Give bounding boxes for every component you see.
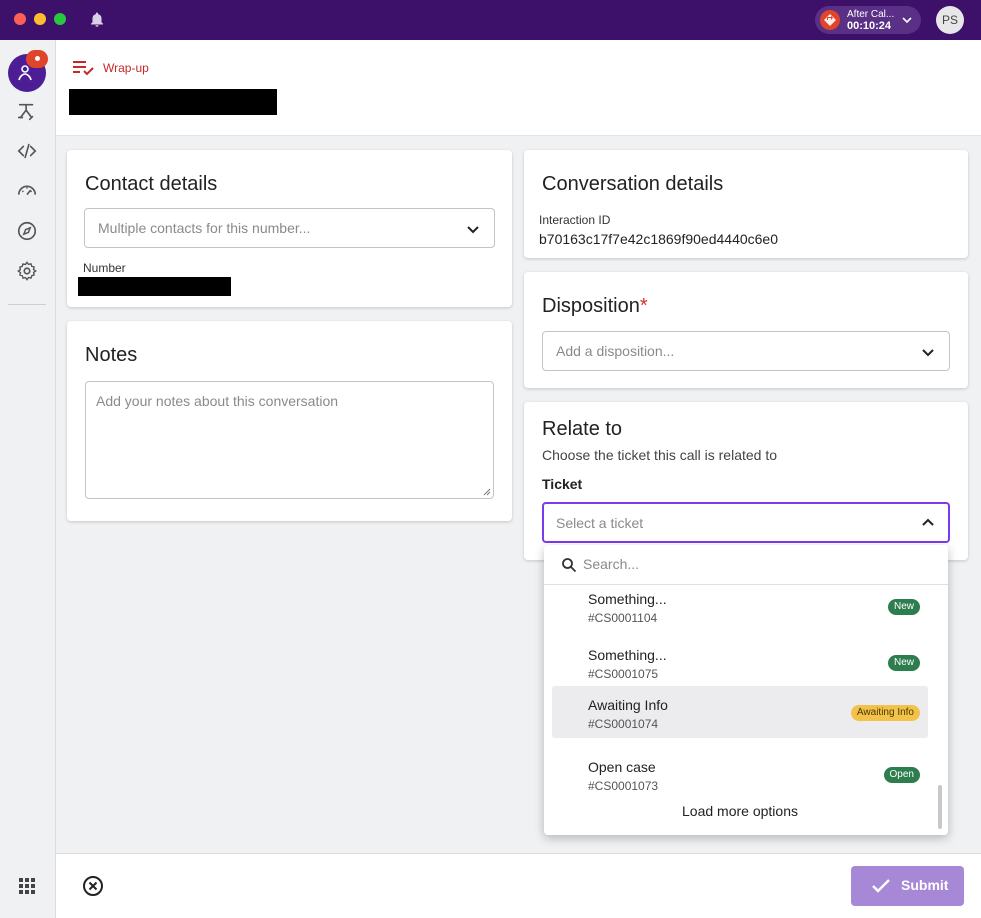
contact-details-card: Contact details Multiple contacts for th…	[67, 150, 512, 307]
ticket-search-input[interactable]: Search...	[544, 545, 948, 585]
ticket-search-placeholder: Search...	[583, 556, 640, 572]
contact-select-placeholder: Multiple contacts for this number...	[98, 220, 311, 236]
submit-button[interactable]: Submit	[851, 866, 964, 906]
sidebar-divider	[8, 304, 46, 305]
chevron-down-icon	[902, 17, 912, 24]
conversation-details-title: Conversation details	[542, 173, 724, 195]
status-badge: Awaiting Info	[850, 705, 920, 721]
compass-icon[interactable]	[16, 220, 38, 242]
user-avatar[interactable]: PS	[936, 6, 964, 34]
window-close-button[interactable]	[14, 13, 26, 25]
relate-to-subtitle: Choose the ticket this call is related t…	[542, 447, 778, 463]
ticket-option-id: #CS0001073	[588, 779, 659, 793]
wrap-up-icon	[73, 61, 94, 76]
conversation-details-card: Conversation details Interaction ID b701…	[524, 150, 968, 258]
apps-grid-icon[interactable]	[18, 877, 36, 895]
disposition-title: Disposition*	[542, 295, 648, 318]
ticket-dropdown-panel: Search... Something... #CS0001104 New So…	[544, 545, 948, 835]
ticket-option-title: Awaiting Info	[588, 697, 668, 713]
bell-icon[interactable]	[88, 11, 106, 29]
chevron-down-icon	[467, 226, 479, 234]
ticket-option[interactable]: Open case #CS0001073 Open	[552, 753, 928, 805]
routing-icon[interactable]	[16, 101, 38, 123]
redacted-number	[78, 277, 231, 296]
title-bar: After Cal... 00:10:24 PS	[0, 0, 981, 40]
ticket-option-title: Open case	[588, 759, 656, 775]
close-circle-icon[interactable]	[82, 875, 104, 897]
contact-details-title: Contact details	[85, 173, 218, 195]
contact-select[interactable]: Multiple contacts for this number...	[84, 208, 495, 248]
notes-textarea[interactable]: Add your notes about this conversation	[85, 381, 494, 499]
disposition-select[interactable]: Add a disposition...	[542, 331, 950, 371]
status-badge: New	[887, 655, 920, 671]
ticket-option-id: #CS0001074	[588, 717, 659, 731]
ticket-option-id: #CS0001075	[588, 667, 659, 681]
notes-card: Notes Add your notes about this conversa…	[67, 321, 512, 521]
required-marker: *	[639, 295, 648, 317]
status-badge: Open	[883, 767, 920, 783]
dropdown-scrollbar[interactable]	[938, 785, 942, 829]
ticket-select[interactable]: Select a ticket	[542, 502, 950, 543]
sidebar	[0, 40, 56, 918]
number-label: Number	[83, 261, 126, 275]
call-status-text: After Cal...	[847, 9, 895, 20]
settings-icon[interactable]	[16, 260, 38, 282]
code-icon[interactable]	[16, 140, 38, 162]
resize-handle-icon[interactable]	[483, 488, 491, 496]
call-status-pill[interactable]: After Cal... 00:10:24	[815, 6, 921, 34]
ticket-label: Ticket	[542, 476, 583, 492]
interaction-id-value: b70163c17f7e42c1869f90ed4440c6e0	[539, 231, 779, 247]
wrap-up-label: Wrap-up	[103, 61, 149, 75]
disposition-card: Disposition* Add a disposition...	[524, 272, 968, 388]
status-badge: New	[887, 599, 920, 615]
call-end-icon	[820, 10, 840, 30]
redacted-contact-name	[69, 89, 277, 115]
disposition-title-text: Disposition	[542, 295, 640, 317]
relate-to-title: Relate to	[542, 418, 623, 440]
submit-label: Submit	[901, 877, 949, 893]
ticket-option-id: #CS0001104	[588, 611, 658, 625]
search-icon	[562, 558, 577, 573]
footer-bar: Submit	[56, 853, 981, 918]
dashboard-icon[interactable]	[16, 179, 38, 201]
check-icon	[872, 879, 890, 893]
ticket-option-title: Something...	[588, 591, 667, 607]
ticket-select-placeholder: Select a ticket	[556, 515, 644, 531]
chevron-up-icon	[922, 518, 934, 526]
window-maximize-button[interactable]	[54, 13, 66, 25]
notes-placeholder: Add your notes about this conversation	[96, 393, 339, 409]
interaction-id-label: Interaction ID	[539, 213, 611, 227]
window-minimize-button[interactable]	[34, 13, 46, 25]
relate-to-card: Relate to Choose the ticket this call is…	[524, 402, 968, 560]
chevron-down-icon	[922, 349, 934, 357]
call-timer: 00:10:24	[847, 20, 892, 32]
disposition-placeholder: Add a disposition...	[556, 343, 675, 359]
page-header: Wrap-up	[56, 40, 981, 136]
ticket-option[interactable]: Something... #CS0001104 New	[552, 585, 928, 637]
load-more-button[interactable]: Load more options	[544, 803, 936, 819]
notes-title: Notes	[85, 344, 138, 366]
ticket-option-title: Something...	[588, 647, 667, 663]
notification-badge	[26, 50, 48, 68]
ticket-option[interactable]: Awaiting Info #CS0001074 Awaiting Info	[552, 686, 928, 738]
